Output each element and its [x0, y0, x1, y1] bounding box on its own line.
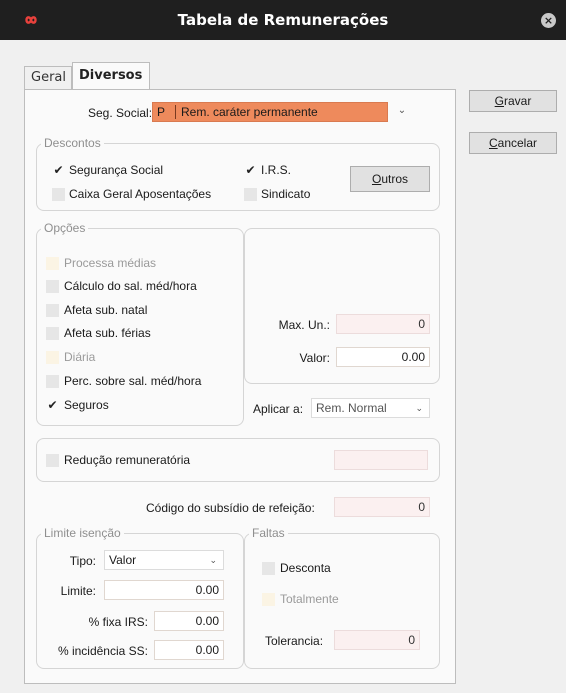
seg-social-label: Seg. Social:	[88, 106, 153, 120]
fixa-irs-label: % fixa IRS:	[88, 615, 148, 629]
seguranca-social-checkbox[interactable]: ✔	[52, 164, 65, 177]
close-icon[interactable]: ×	[541, 13, 556, 28]
totalmente-label: Totalmente	[280, 592, 339, 606]
save-button[interactable]: Gravar	[469, 90, 557, 112]
cancel-button-mnemonic: C	[488, 136, 498, 150]
seguros-checkbox[interactable]: ✔	[46, 399, 59, 412]
limite-label: Limite:	[60, 584, 96, 598]
seg-social-select[interactable]: P Rem. caráter permanente	[152, 102, 388, 122]
irs-label: I.R.S.	[261, 163, 292, 177]
aplicar-select[interactable]: Rem. Normal ⌄	[311, 398, 430, 418]
totalmente-checkbox[interactable]	[262, 593, 275, 606]
tolerancia-label: Tolerancia:	[265, 634, 324, 648]
afeta-natal-label: Afeta sub. natal	[64, 303, 148, 317]
tipo-select[interactable]: Valor ⌄	[104, 550, 224, 570]
tolerancia-field[interactable]: 0	[334, 630, 420, 650]
tipo-value: Valor	[109, 553, 137, 567]
incidencia-ss-label: % incidência SS:	[57, 644, 148, 658]
seg-social-divider	[175, 105, 176, 119]
limite-field[interactable]: 0.00	[104, 580, 224, 600]
sindicato-checkbox[interactable]	[244, 188, 257, 201]
window-title: Tabela de Remunerações	[177, 11, 389, 29]
tipo-label: Tipo:	[69, 554, 96, 568]
subsidio-label: Código do subsídio de refeição:	[146, 501, 315, 515]
seguranca-social-label: Segurança Social	[69, 163, 164, 177]
fixa-irs-field[interactable]: 0.00	[154, 611, 224, 631]
caixa-geral-checkbox[interactable]	[52, 188, 65, 201]
processa-medias-checkbox[interactable]	[46, 257, 59, 270]
aplicar-label: Aplicar a:	[253, 402, 304, 416]
seg-social-dropdown-chevron-down-icon[interactable]: ⌄	[392, 102, 412, 122]
seg-social-value: Rem. caráter permanente	[181, 105, 318, 119]
perc-sobre-label: Perc. sobre sal. méd/hora	[64, 374, 202, 388]
max-un-field[interactable]: 0	[336, 314, 430, 334]
opcoes-title: Opções	[41, 221, 89, 235]
diaria-checkbox[interactable]	[46, 351, 59, 364]
seguros-label: Seguros	[64, 398, 109, 412]
reducao-checkbox[interactable]	[46, 454, 59, 467]
limite-isencao-title: Limite isenção	[41, 526, 124, 540]
aplicar-chevron-down-icon: ⌄	[415, 403, 423, 413]
aplicar-value: Rem. Normal	[316, 401, 387, 415]
cancel-button-label: ancelar	[497, 136, 538, 150]
valor-label: Valor:	[299, 351, 330, 365]
max-un-label: Max. Un.:	[278, 318, 330, 332]
diaria-label: Diária	[64, 350, 96, 364]
tab-geral[interactable]: Geral	[24, 66, 72, 90]
outros-button[interactable]: Outros	[350, 166, 430, 192]
processa-medias-label: Processa médias	[64, 256, 157, 270]
descontos-title: Descontos	[41, 136, 104, 150]
subsidio-field[interactable]: 0	[334, 497, 430, 517]
reducao-field[interactable]	[334, 450, 428, 470]
calculo-sal-checkbox[interactable]	[46, 280, 59, 293]
reducao-label: Redução remuneratória	[64, 453, 191, 467]
outros-button-mnemonic: O	[371, 172, 382, 186]
desconta-checkbox[interactable]	[262, 562, 275, 575]
save-button-label: ravar	[504, 94, 532, 108]
sindicato-label: Sindicato	[261, 187, 311, 201]
incidencia-ss-field[interactable]: 0.00	[154, 640, 224, 660]
caixa-geral-label: Caixa Geral Aposentações	[69, 187, 212, 201]
afeta-natal-checkbox[interactable]	[46, 304, 59, 317]
valor-field[interactable]: 0.00	[336, 347, 430, 367]
desconta-label: Desconta	[280, 561, 331, 575]
calculo-sal-label: Cálculo do sal. méd/hora	[64, 279, 197, 293]
outros-button-label: utros	[381, 172, 409, 186]
tab-diversos[interactable]: Diversos	[72, 62, 150, 90]
afeta-ferias-label: Afeta sub. férias	[64, 326, 151, 340]
tipo-chevron-down-icon: ⌄	[209, 555, 217, 565]
cancel-button[interactable]: Cancelar	[469, 132, 557, 154]
faltas-title: Faltas	[249, 526, 288, 540]
afeta-ferias-checkbox[interactable]	[46, 327, 59, 340]
seg-social-code: P	[157, 105, 166, 119]
perc-sobre-checkbox[interactable]	[46, 375, 59, 388]
irs-checkbox[interactable]: ✔	[244, 164, 257, 177]
save-button-mnemonic: G	[494, 94, 504, 108]
